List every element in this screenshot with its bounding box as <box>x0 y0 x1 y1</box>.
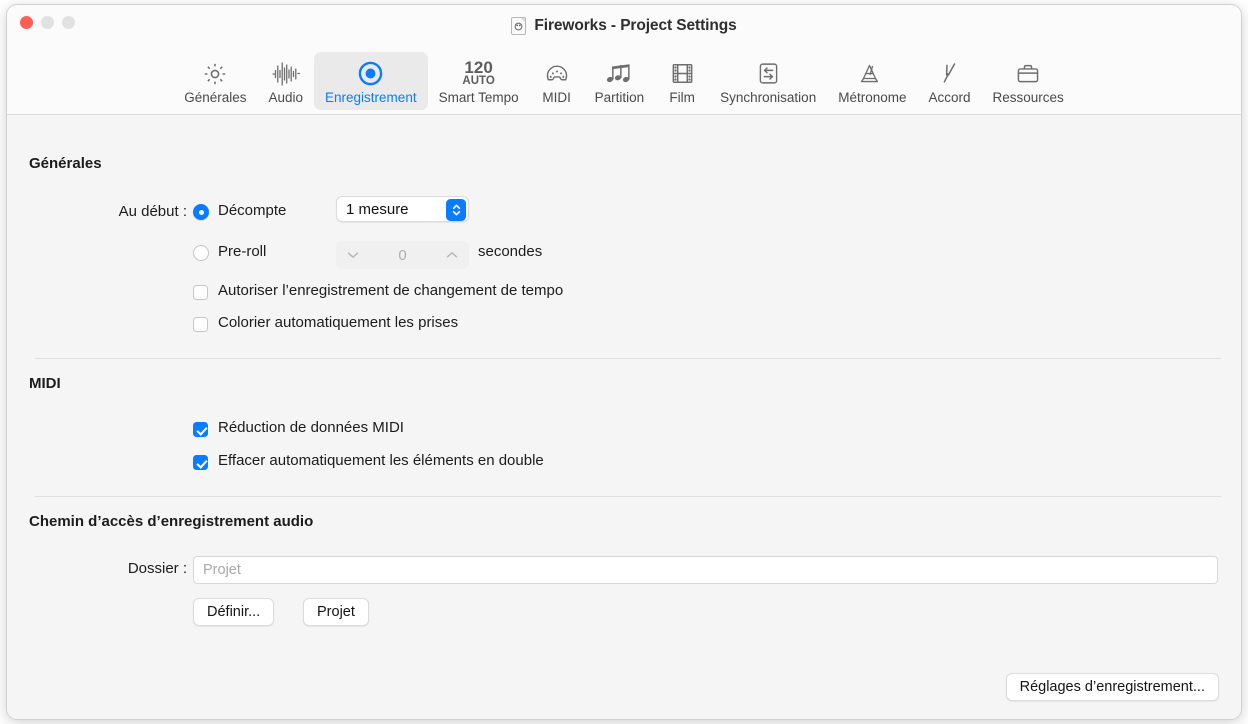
checkbox-auto-colorize-takes[interactable] <box>193 317 208 332</box>
pre-roll-value: 0 <box>359 247 446 264</box>
decompte-label: Décompte <box>218 202 286 219</box>
count-in-popup[interactable]: 1 mesure <box>336 196 469 222</box>
tempo-mode: AUTO <box>462 75 494 88</box>
tab-label: Synchronisation <box>720 90 816 105</box>
radio-pre-roll[interactable] <box>193 245 209 261</box>
tempo-value: 120 <box>464 60 492 75</box>
tab-generales[interactable]: Générales <box>173 52 257 110</box>
checkbox-midi-data-reduction[interactable] <box>193 422 208 437</box>
briefcase-icon <box>1015 58 1041 89</box>
tab-enregistrement[interactable]: Enregistrement <box>314 52 428 110</box>
pre-roll-stepper[interactable]: 0 <box>336 241 469 269</box>
gear-icon <box>202 58 228 89</box>
tab-synchronisation[interactable]: Synchronisation <box>709 52 827 110</box>
waveform-icon <box>271 58 301 89</box>
count-in-value: 1 mesure <box>346 201 409 218</box>
metronome-icon <box>859 58 886 89</box>
settings-content: Générales Au début : Décompte 1 mesure P… <box>7 115 1241 719</box>
document-icon <box>511 17 526 35</box>
section-heading-audio-path: Chemin d’accès d’enregistrement audio <box>29 513 313 530</box>
tab-ressources[interactable]: Ressources <box>982 52 1075 110</box>
divider-general-midi <box>35 358 1221 359</box>
title-bar: Fireworks - Project Settings <box>7 5 1241 49</box>
allow-tempo-recording-label: Autoriser l’enregistrement de changement… <box>218 282 563 299</box>
tab-label: Audio <box>269 90 304 105</box>
tab-label: Film <box>669 90 695 105</box>
tempo-icon: 120 AUTO <box>462 58 494 89</box>
checkbox-allow-tempo-recording[interactable] <box>193 285 208 300</box>
record-icon <box>357 58 384 89</box>
chevron-up-icon[interactable] <box>446 246 458 264</box>
section-heading-generales: Générales <box>29 155 102 172</box>
define-folder-button[interactable]: Définir... <box>193 598 274 626</box>
tab-film[interactable]: Film <box>655 52 709 110</box>
chevron-down-icon[interactable] <box>347 246 359 264</box>
tab-accord[interactable]: Accord <box>917 52 981 110</box>
sync-arrows-icon <box>756 58 781 89</box>
checkbox-auto-demix[interactable] <box>193 455 208 470</box>
pre-roll-label: Pre-roll <box>218 243 266 260</box>
auto-colorize-takes-label: Colorier automatiquement les prises <box>218 314 458 331</box>
radio-decompte[interactable] <box>193 204 209 220</box>
tab-label: MIDI <box>542 90 571 105</box>
title-group: Fireworks - Project Settings <box>7 17 1241 35</box>
tab-partition[interactable]: Partition <box>584 52 656 110</box>
folder-path-input[interactable]: Projet <box>193 556 1218 584</box>
midi-port-icon <box>544 58 570 89</box>
tab-label: Accord <box>928 90 970 105</box>
auto-demix-label: Effacer automatiquement les éléments en … <box>218 452 544 469</box>
film-strip-icon <box>670 58 695 89</box>
chevron-updown-icon <box>446 199 466 221</box>
midi-data-reduction-label: Réduction de données MIDI <box>218 419 404 436</box>
section-heading-midi: MIDI <box>29 375 61 392</box>
recording-settings-button[interactable]: Réglages d’enregistrement... <box>1006 673 1219 701</box>
music-notes-icon <box>605 58 633 89</box>
project-settings-window: Fireworks - Project Settings Générales A… <box>6 4 1242 720</box>
secondes-label: secondes <box>478 243 542 260</box>
tuning-fork-icon <box>938 58 962 89</box>
settings-toolbar: Générales Audio Enregistrement 120 <box>7 49 1241 115</box>
tab-audio[interactable]: Audio <box>258 52 315 110</box>
tab-label: Enregistrement <box>325 90 417 105</box>
tab-label: Générales <box>184 90 246 105</box>
tab-smart-tempo[interactable]: 120 AUTO Smart Tempo <box>428 52 530 110</box>
tab-label: Partition <box>595 90 645 105</box>
tab-midi[interactable]: MIDI <box>530 52 584 110</box>
tab-label: Smart Tempo <box>439 90 519 105</box>
divider-midi-audiopath <box>35 496 1221 497</box>
dossier-label: Dossier : <box>7 560 187 577</box>
tab-metronome[interactable]: Métronome <box>827 52 917 110</box>
folder-path-placeholder: Projet <box>203 562 241 578</box>
tab-label: Ressources <box>993 90 1064 105</box>
project-folder-button[interactable]: Projet <box>303 598 369 626</box>
au-debut-label: Au début : <box>7 203 187 220</box>
tab-label: Métronome <box>838 90 906 105</box>
page-title: Fireworks - Project Settings <box>534 17 736 35</box>
